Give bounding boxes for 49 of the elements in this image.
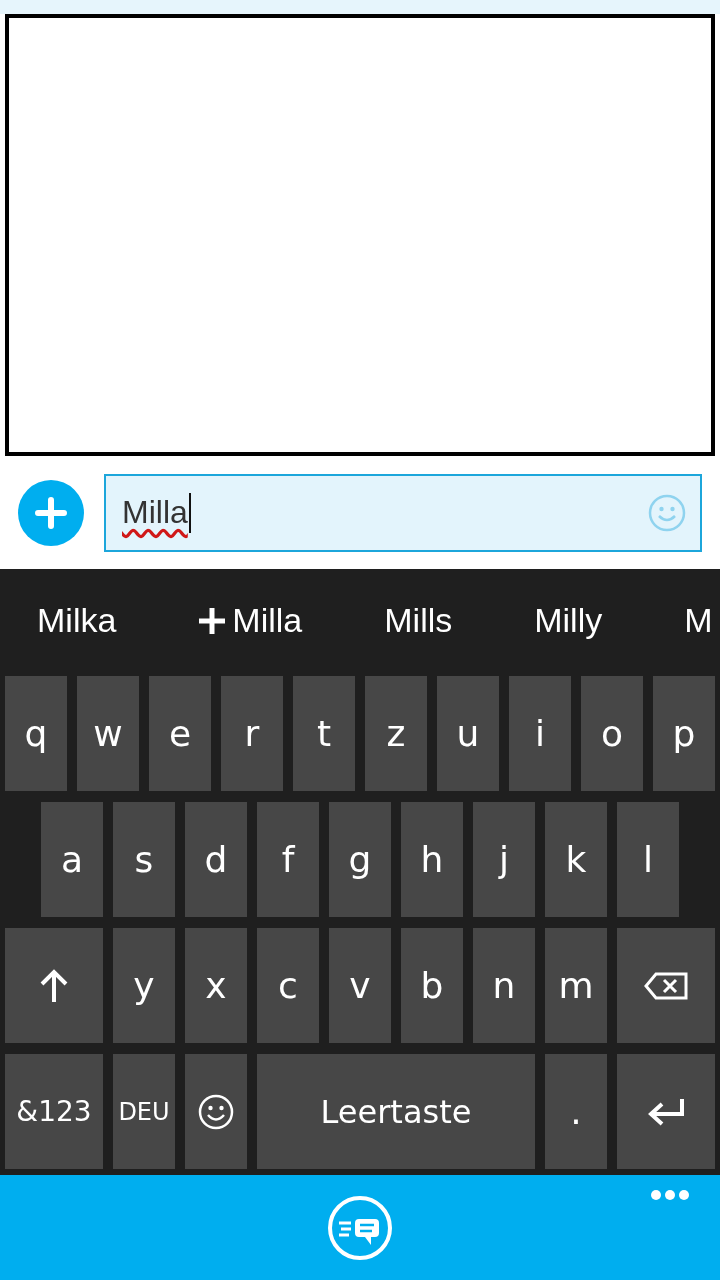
suggestion[interactable]: Milly	[534, 601, 603, 640]
enter-icon	[647, 1096, 685, 1127]
space-key[interactable]: Leertaste	[257, 1054, 535, 1169]
key[interactable]: o	[581, 676, 643, 791]
smiley-icon	[198, 1093, 234, 1130]
backspace-icon	[644, 971, 688, 1000]
message-input[interactable]: Milla	[104, 473, 702, 552]
key[interactable]: k	[545, 802, 607, 917]
key[interactable]: x	[185, 928, 247, 1043]
key[interactable]: f	[257, 802, 319, 917]
key[interactable]: g	[329, 802, 391, 917]
chat-icon	[327, 1194, 393, 1261]
key[interactable]: v	[329, 928, 391, 1043]
key[interactable]: m	[545, 928, 607, 1043]
key[interactable]: s	[113, 802, 175, 917]
key[interactable]: u	[437, 676, 499, 791]
key[interactable]: b	[401, 928, 463, 1043]
key[interactable]: a	[41, 802, 103, 917]
shift-key[interactable]	[5, 928, 103, 1043]
plus-icon	[35, 496, 67, 529]
key[interactable]: .	[545, 1054, 607, 1169]
emoji-key[interactable]	[185, 1054, 247, 1169]
key[interactable]: w	[77, 676, 139, 791]
key[interactable]: z	[365, 676, 427, 791]
chat-button[interactable]	[327, 1194, 393, 1261]
key[interactable]: c	[257, 928, 319, 1043]
suggestion[interactable]: Mills	[384, 601, 453, 640]
backspace-key[interactable]	[617, 928, 715, 1043]
key[interactable]: d	[185, 802, 247, 917]
suggestion[interactable]: M	[684, 601, 713, 640]
suggestion[interactable]: Milka	[37, 601, 117, 640]
key[interactable]: t	[293, 676, 355, 791]
plus-icon	[198, 606, 227, 635]
key[interactable]: n	[473, 928, 535, 1043]
key[interactable]: i	[509, 676, 571, 791]
key[interactable]: l	[617, 802, 679, 917]
key[interactable]: p	[653, 676, 715, 791]
suggestion[interactable]: Milla	[198, 601, 303, 640]
key[interactable]: q	[5, 676, 67, 791]
arrow-up-icon	[39, 968, 69, 1003]
enter-key[interactable]	[617, 1054, 715, 1169]
key[interactable]: j	[473, 802, 535, 917]
key[interactable]: y	[113, 928, 175, 1043]
key[interactable]: e	[149, 676, 211, 791]
key[interactable]: h	[401, 802, 463, 917]
symbols-key[interactable]: &123	[5, 1054, 103, 1169]
language-key[interactable]: DEU	[113, 1054, 175, 1169]
more-icon	[650, 1189, 690, 1201]
key[interactable]: r	[221, 676, 283, 791]
